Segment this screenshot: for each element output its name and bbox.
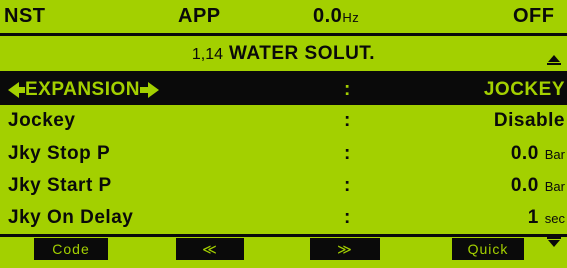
row-separator: : [344, 143, 351, 164]
softkey-prev-button[interactable]: ≪ [176, 238, 244, 260]
frequency-readout: 0.0Hz [313, 1, 359, 33]
menu-row-jky-on-delay[interactable]: Jky On Delay : 1 sec [0, 202, 567, 233]
row-label: Jky Stop P [8, 143, 111, 164]
row-value-number: 0.0 [510, 175, 539, 196]
row-separator: : [344, 79, 351, 100]
menu-title: 1,14 WATER SOLUT. [0, 39, 567, 70]
menu-row-jky-start-p[interactable]: Jky Start P : 0.0 Bar [0, 170, 567, 201]
row-value-number: 1 [527, 207, 539, 228]
row-value: JOCKEY [483, 79, 565, 100]
softkey-code-button[interactable]: Code [34, 238, 108, 260]
row-label: Jockey [8, 110, 76, 131]
row-separator: : [344, 175, 351, 196]
row-label: Jky Start P [8, 175, 112, 196]
menu-title-bar: 1,14 WATER SOLUT. [0, 36, 567, 72]
lcd-screen: NST APP 0.0Hz OFF 1,14 WATER SOLUT. EXPAN… [0, 0, 567, 268]
frequency-value: 0.0 [313, 5, 343, 27]
row-separator: : [344, 207, 351, 228]
row-value-number: 0.0 [510, 143, 539, 164]
menu-name: WATER SOLUT. [229, 43, 376, 64]
row-value-unit: Bar [544, 147, 565, 162]
menu-row-expansion[interactable]: EXPANSION : JOCKEY [0, 74, 567, 105]
mode-indicator: NST [4, 5, 46, 27]
row-value-unit: sec [544, 211, 565, 226]
arrow-right-stem [140, 86, 149, 93]
row-value: 0.0 Bar [511, 174, 565, 199]
row-value: 0.0 Bar [511, 142, 565, 167]
frequency-unit: Hz [342, 10, 360, 25]
arrow-right-icon [148, 81, 160, 98]
scroll-up-icon[interactable] [546, 52, 562, 66]
status-bar: NST APP 0.0Hz OFF [0, 0, 567, 33]
row-value: 1 sec [528, 206, 565, 231]
menu-number: 1,14 [191, 46, 224, 63]
scroll-down-icon[interactable] [546, 236, 562, 250]
softkey-bar: Code ≪ ≫ Quick [0, 236, 567, 268]
row-label-text: EXPANSION [25, 79, 141, 100]
row-value-unit: Bar [544, 179, 565, 194]
row-label: EXPANSION [8, 78, 160, 102]
row-value: Disable [493, 110, 565, 131]
row-label: Jky On Delay [8, 207, 134, 228]
menu-row-jockey[interactable]: Jockey : Disable [0, 105, 567, 136]
row-separator: : [344, 110, 351, 131]
menu-row-jky-stop-p[interactable]: Jky Stop P : 0.0 Bar [0, 138, 567, 169]
arrow-left-stem [17, 86, 25, 93]
softkey-quick-button[interactable]: Quick [452, 238, 524, 260]
app-indicator: APP [178, 5, 221, 27]
run-state: OFF [513, 5, 555, 27]
softkey-next-button[interactable]: ≫ [310, 238, 380, 260]
